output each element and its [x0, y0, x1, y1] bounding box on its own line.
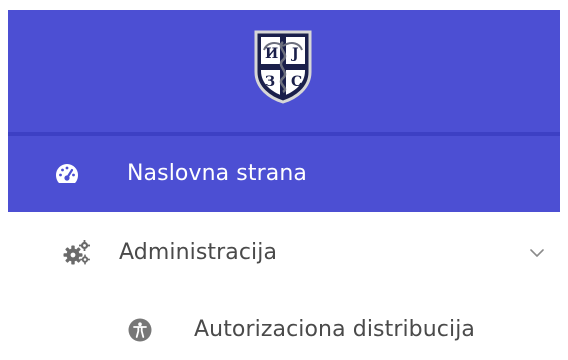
logo-letter-s: С [291, 74, 302, 90]
caduceus-shield-icon: И Ј З С [254, 30, 312, 104]
nav-item-administration-label: Administracija [119, 240, 278, 265]
sidebar: И Ј З С Naslovna strana Administracija A… [8, 10, 560, 350]
nav-item-authorization-distribution[interactable]: Autorizaciona distribucija [8, 294, 560, 360]
institution-logo[interactable]: И Ј З С [252, 28, 314, 104]
chevron-down-icon[interactable] [528, 244, 546, 262]
gears-icon [63, 239, 91, 267]
sidebar-header: И Ј З С [8, 10, 560, 132]
universal-access-icon [128, 318, 152, 342]
tachometer-icon [54, 161, 80, 187]
nav-item-home[interactable]: Naslovna strana [8, 136, 560, 212]
nav-item-home-label: Naslovna strana [127, 161, 307, 186]
logo-letter-i: И [265, 46, 278, 62]
logo-letter-j: Ј [290, 46, 299, 62]
nav-item-administration[interactable]: Administracija [8, 212, 560, 294]
logo-letter-z: З [265, 74, 275, 90]
nav-item-authorization-distribution-label: Autorizaciona distribucija [194, 317, 475, 342]
